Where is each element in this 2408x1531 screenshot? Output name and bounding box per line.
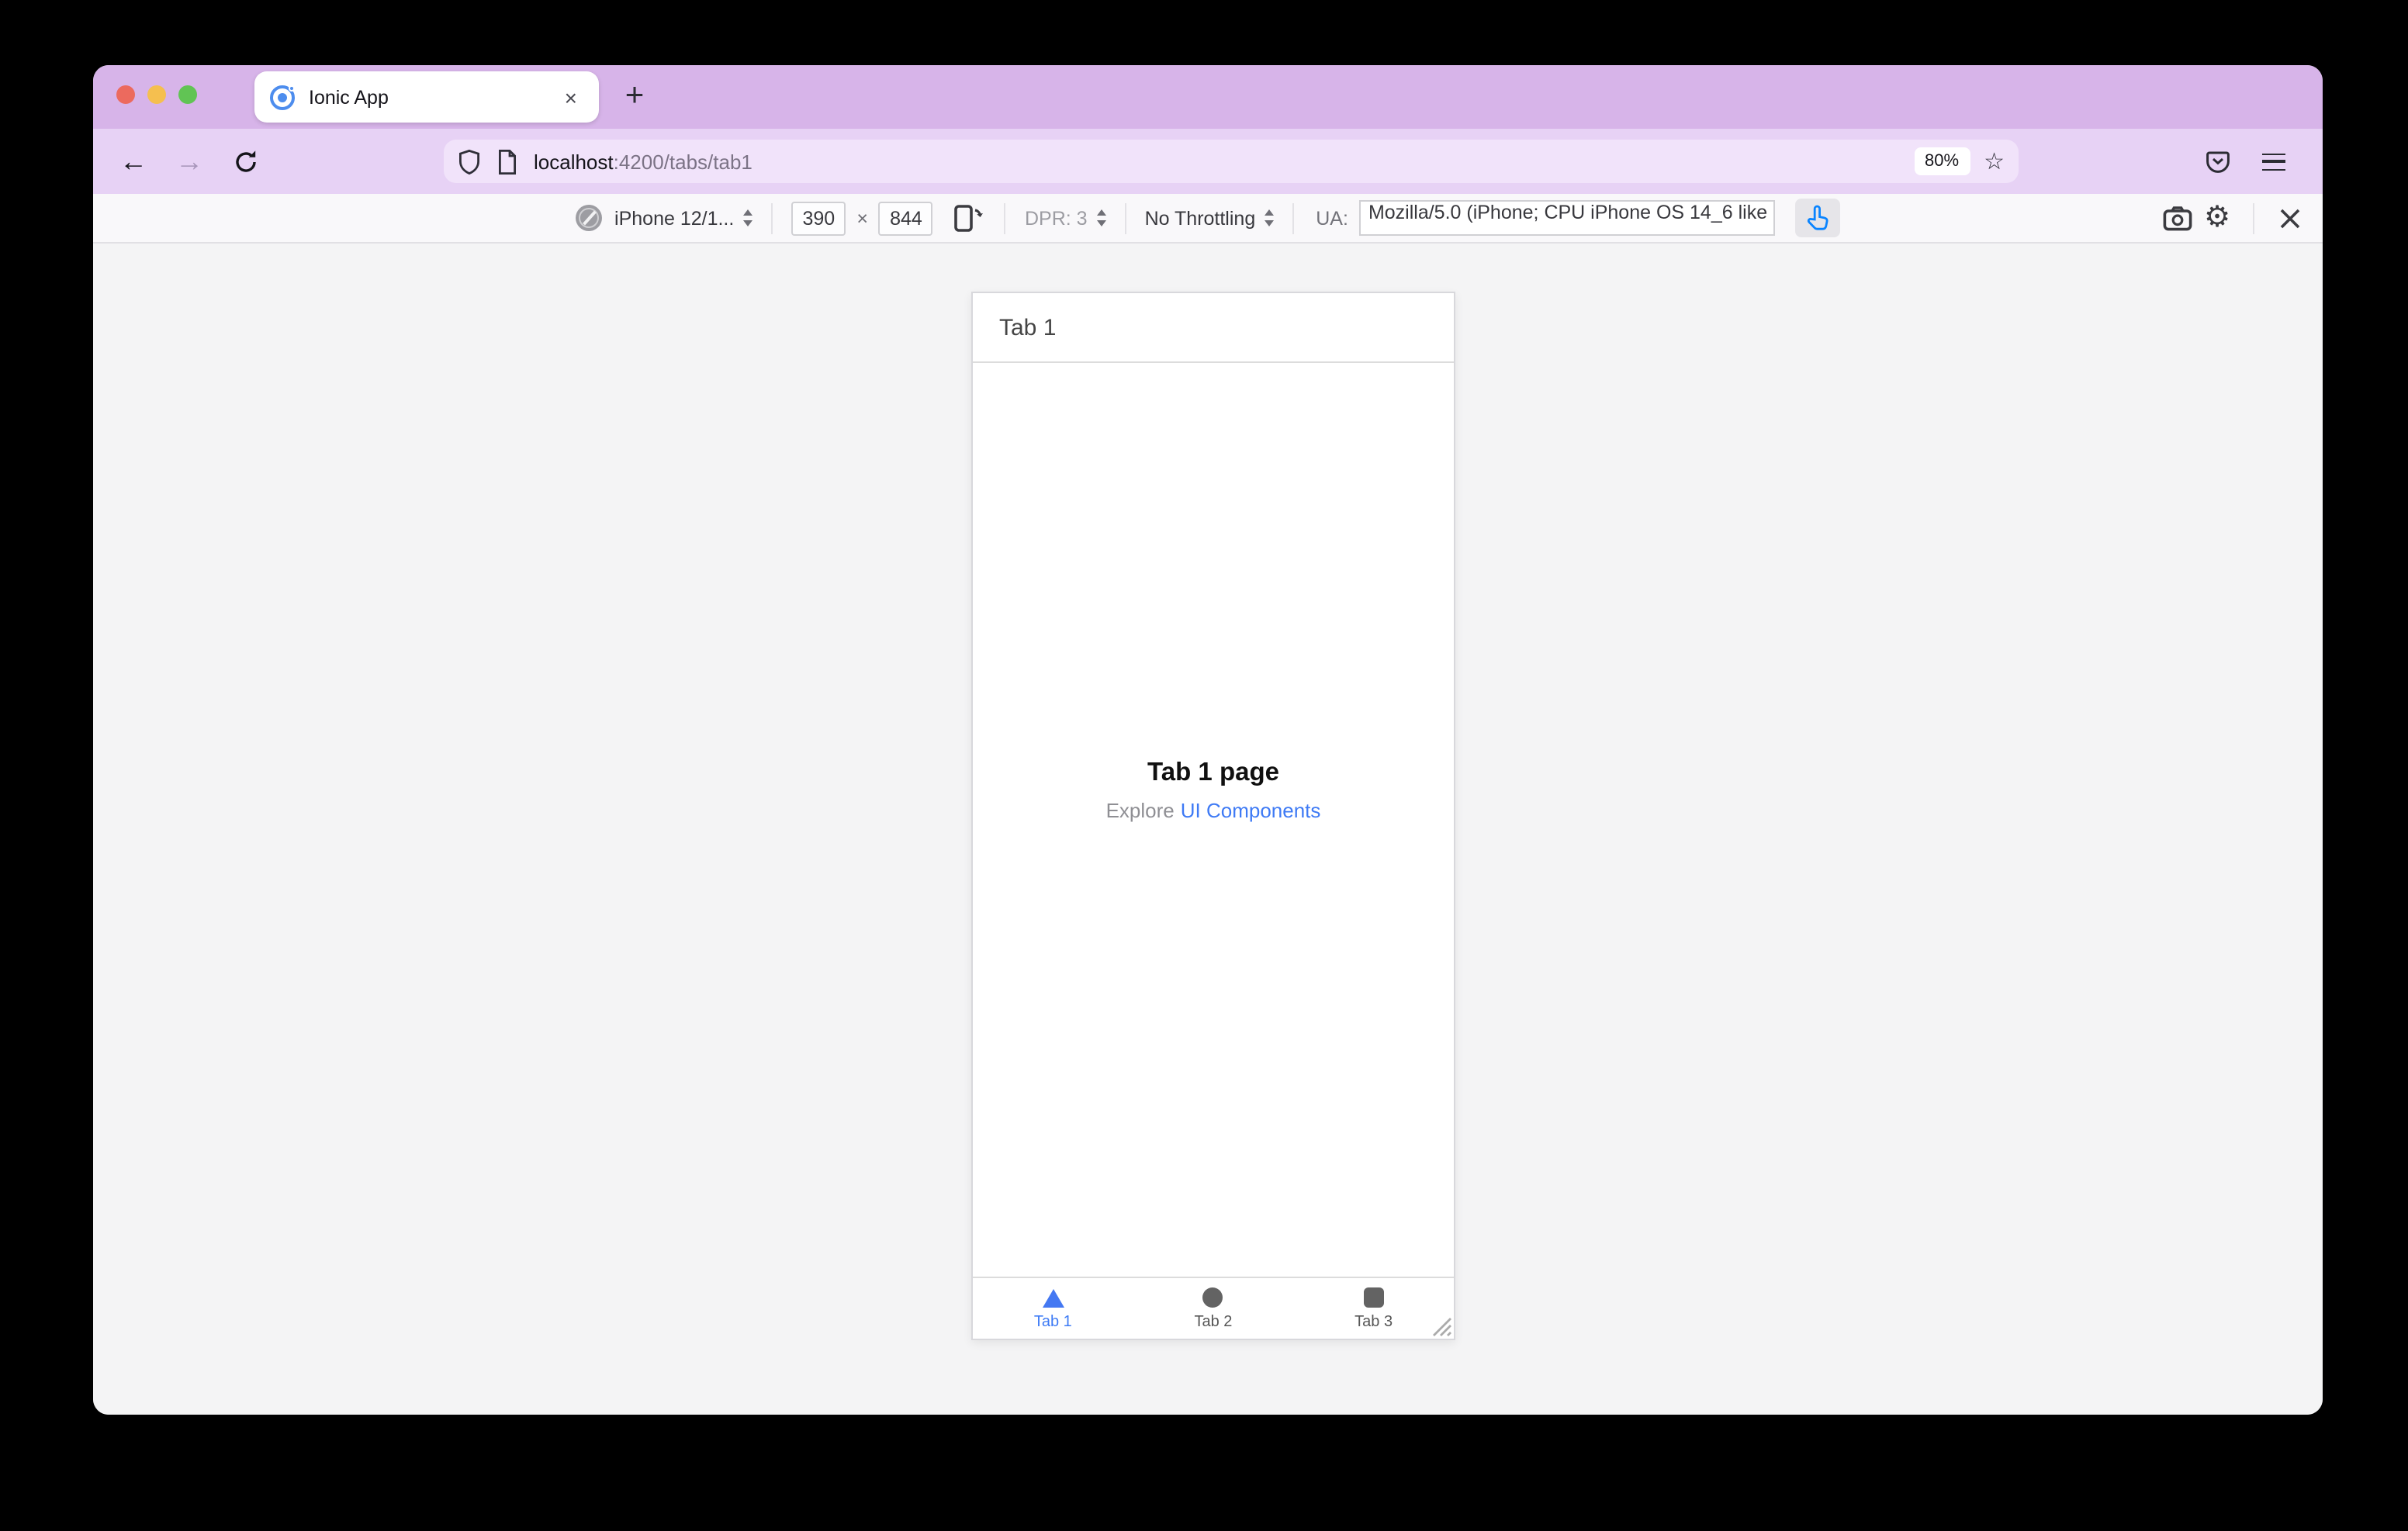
dpr-dropdown-icon[interactable] [1096, 209, 1106, 226]
divider [1292, 202, 1295, 233]
screenshot-button[interactable] [2157, 198, 2197, 238]
ua-label: UA: [1316, 207, 1348, 229]
close-window-button[interactable] [116, 85, 135, 104]
tab-close-icon[interactable]: × [559, 83, 583, 111]
tab-label: Tab 2 [1194, 1314, 1233, 1331]
viewport-height-input[interactable] [878, 201, 933, 235]
circle-icon [1202, 1287, 1223, 1308]
rotate-phone-icon [955, 205, 984, 232]
tab-button-tab2[interactable]: Tab 2 [1133, 1278, 1294, 1339]
rdm-settings-button[interactable]: ⚙ [2197, 198, 2237, 238]
viewport-resize-handle[interactable] [1427, 1312, 1452, 1337]
tab-title: Ionic App [309, 86, 389, 108]
page-content: Tab 1 page Explore UI Components [973, 759, 1454, 822]
rdm-content-area: Tab 1 Tab 1 page Explore UI Components Ta… [93, 244, 2323, 1415]
hamburger-icon [2261, 153, 2285, 170]
reload-icon [235, 150, 255, 171]
page-subtext: Explore UI Components [973, 799, 1454, 822]
browser-tab[interactable]: Ionic App × [254, 71, 599, 123]
divider [2253, 202, 2254, 233]
ionic-header: Tab 1 [973, 293, 1454, 363]
reload-button[interactable] [223, 140, 267, 183]
divider [1124, 202, 1126, 233]
device-selector-dropdown-icon[interactable] [743, 209, 753, 226]
url-text[interactable]: localhost:4200/tabs/tab1 [534, 150, 752, 173]
throttling-selector[interactable]: No Throttling [1145, 207, 1256, 229]
new-tab-button[interactable]: + [611, 73, 658, 119]
ionic-tab-bar: Tab 1 Tab 2 Tab 3 [973, 1277, 1454, 1339]
touch-pointer-icon [1807, 205, 1828, 230]
tab-button-tab1[interactable]: Tab 1 [973, 1278, 1133, 1339]
back-button[interactable]: ← [112, 140, 155, 183]
rdm-toolbar: iPhone 12/1... × DPR: 3 No Thro [93, 194, 2323, 244]
viewport-width-input[interactable] [791, 201, 846, 235]
tab-label: Tab 1 [1033, 1314, 1072, 1331]
throttling-dropdown-icon[interactable] [1265, 209, 1275, 226]
minimize-window-button[interactable] [147, 85, 166, 104]
url-host: localhost [534, 150, 614, 173]
browser-window: Ionic App × + ← → localhost:4200/tabs/ta… [93, 65, 2323, 1415]
url-bar[interactable]: localhost:4200/tabs/tab1 80% ☆ [444, 140, 2019, 183]
dimension-separator: × [856, 207, 868, 229]
back-icon: ← [119, 145, 147, 176]
navigation-toolbar: ← → localhost:4200/tabs/tab1 80% ☆ [93, 129, 2323, 194]
forward-button[interactable]: → [168, 140, 211, 183]
dpr-selector[interactable]: DPR: 3 [1025, 207, 1088, 229]
maximize-window-button[interactable] [178, 85, 197, 104]
rotate-viewport-button[interactable] [952, 203, 986, 233]
app-menu-button[interactable] [2251, 140, 2295, 183]
page-info-icon[interactable] [496, 148, 518, 175]
page-heading: Tab 1 page [1147, 759, 1279, 786]
pocket-button[interactable] [2195, 140, 2239, 183]
device-selector-icon [576, 205, 603, 231]
square-icon [1364, 1287, 1384, 1308]
forward-icon: → [175, 145, 203, 176]
shield-icon[interactable] [458, 148, 481, 175]
pocket-icon [2206, 150, 2229, 172]
ionic-logo-icon [270, 85, 295, 109]
tab-label: Tab 3 [1354, 1314, 1393, 1331]
close-icon [2280, 208, 2300, 228]
divider [771, 202, 773, 233]
gear-icon: ⚙ [2203, 202, 2231, 234]
camera-icon [2162, 206, 2192, 230]
zoom-level-badge[interactable]: 80% [1914, 147, 1970, 175]
desktop: Ionic App × + ← → localhost:4200/tabs/ta… [0, 0, 2408, 1531]
titlebar: Ionic App × + [93, 65, 2323, 129]
page-title: Tab 1 [999, 314, 1057, 340]
device-viewport: Tab 1 Tab 1 page Explore UI Components Ta… [971, 292, 1455, 1340]
explore-text: Explore [1105, 799, 1175, 822]
triangle-icon [1042, 1288, 1064, 1307]
ui-components-link[interactable]: UI Components [1181, 799, 1321, 822]
user-agent-input[interactable]: Mozilla/5.0 (iPhone; CPU iPhone OS 14_6 … [1358, 200, 1775, 236]
bookmark-star-icon[interactable]: ☆ [1984, 150, 2005, 173]
touch-simulation-toggle[interactable] [1794, 199, 1840, 237]
device-selector[interactable]: iPhone 12/1... [614, 207, 734, 229]
divider [1004, 202, 1006, 233]
url-path: :4200/tabs/tab1 [613, 150, 752, 173]
close-rdm-button[interactable] [2270, 198, 2310, 238]
